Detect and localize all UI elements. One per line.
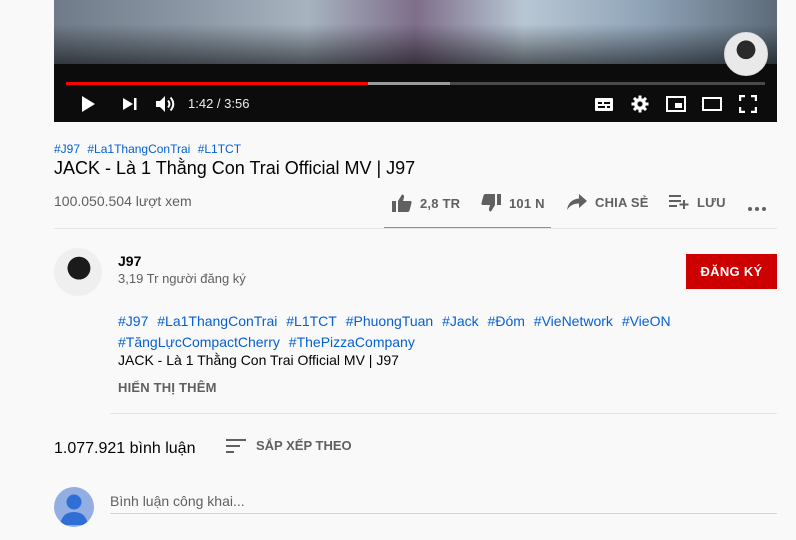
- dislike-button[interactable]: 101 N: [481, 194, 545, 212]
- comment-input[interactable]: [110, 489, 777, 514]
- video-title: JACK - Là 1 Thằng Con Trai Official MV |…: [54, 158, 416, 178]
- comment-count: 1.077.921 bình luận: [54, 440, 196, 457]
- progress-bar[interactable]: [66, 82, 765, 85]
- sort-icon: [226, 438, 246, 453]
- hashtag-link[interactable]: #La1ThangConTrai: [87, 142, 190, 156]
- hashtag-link[interactable]: #ThePizzaCompany: [289, 334, 415, 350]
- subscribe-button[interactable]: ĐĂNG KÝ: [686, 254, 777, 289]
- save-label: LƯU: [697, 194, 726, 210]
- miniplayer-icon: [666, 96, 686, 112]
- video-hashtags: #J97 #La1ThangConTrai #L1TCT: [54, 142, 245, 156]
- theater-mode-button[interactable]: [700, 92, 724, 116]
- share-icon: [567, 194, 587, 210]
- divider: [110, 413, 777, 414]
- thumbs-down-icon: [481, 194, 501, 212]
- channel-avatar[interactable]: [54, 248, 102, 296]
- next-button[interactable]: [118, 92, 142, 116]
- user-avatar: [54, 487, 94, 527]
- fullscreen-button[interactable]: [736, 92, 760, 116]
- more-horizontal-icon: [748, 207, 766, 211]
- hashtag-link[interactable]: #TăngLựcCompactCherry: [118, 334, 280, 350]
- theater-icon: [702, 97, 722, 111]
- like-button[interactable]: 2,8 TR: [392, 194, 460, 212]
- settings-button[interactable]: [628, 92, 652, 116]
- channel-name[interactable]: J97: [118, 253, 141, 269]
- hashtag-link[interactable]: #Đóm: [488, 313, 525, 329]
- description-hashtags: #J97 #La1ThangConTrai #L1TCT #PhuongTuan…: [118, 311, 688, 353]
- play-icon: [82, 96, 95, 112]
- video-frame[interactable]: [54, 0, 777, 64]
- view-count: 100.050.504 lượt xem: [54, 193, 192, 209]
- save-button[interactable]: LƯU: [669, 194, 726, 210]
- subtitles-button[interactable]: [592, 92, 616, 116]
- volume-icon: [156, 96, 175, 112]
- hashtag-link[interactable]: #PhuongTuan: [346, 313, 433, 329]
- hashtag-link[interactable]: #L1TCT: [286, 313, 337, 329]
- volume-button[interactable]: [153, 92, 179, 116]
- playlist-add-icon: [669, 195, 689, 209]
- show-more-button[interactable]: HIỂN THỊ THÊM: [118, 380, 217, 395]
- next-icon: [123, 98, 137, 110]
- share-button[interactable]: CHIA SẺ: [567, 194, 649, 210]
- thumbs-up-icon: [392, 194, 412, 212]
- sort-comments-button[interactable]: SẮP XẾP THEO: [226, 438, 352, 453]
- miniplayer-button[interactable]: [664, 92, 688, 116]
- hashtag-link[interactable]: #La1ThangConTrai: [157, 313, 277, 329]
- video-player[interactable]: 1:42 / 3:56: [54, 0, 777, 122]
- settings-icon: [631, 95, 649, 113]
- description-text: JACK - Là 1 Thằng Con Trai Official MV |…: [118, 352, 399, 368]
- time-display: 1:42 / 3:56: [188, 96, 250, 111]
- hashtag-link[interactable]: #Jack: [442, 313, 479, 329]
- divider: [54, 228, 777, 229]
- play-button[interactable]: [76, 92, 100, 116]
- dislike-count: 101 N: [509, 195, 545, 211]
- share-label: CHIA SẺ: [595, 194, 649, 210]
- hashtag-link[interactable]: #VieNetwork: [534, 313, 613, 329]
- channel-watermark[interactable]: [724, 32, 768, 76]
- fullscreen-icon: [739, 95, 757, 113]
- progress-played: [66, 82, 369, 85]
- more-actions-button[interactable]: [747, 200, 767, 211]
- hashtag-link[interactable]: #J97: [54, 142, 80, 156]
- hashtag-link[interactable]: #J97: [118, 313, 148, 329]
- hashtag-link[interactable]: #VieON: [622, 313, 671, 329]
- subtitles-icon: [595, 97, 613, 111]
- sort-label: SẮP XẾP THEO: [256, 438, 352, 453]
- subscriber-count: 3,19 Tr người đăng ký: [118, 271, 246, 286]
- hashtag-link[interactable]: #L1TCT: [198, 142, 241, 156]
- default-avatar-icon: [60, 494, 88, 525]
- like-count: 2,8 TR: [420, 195, 461, 211]
